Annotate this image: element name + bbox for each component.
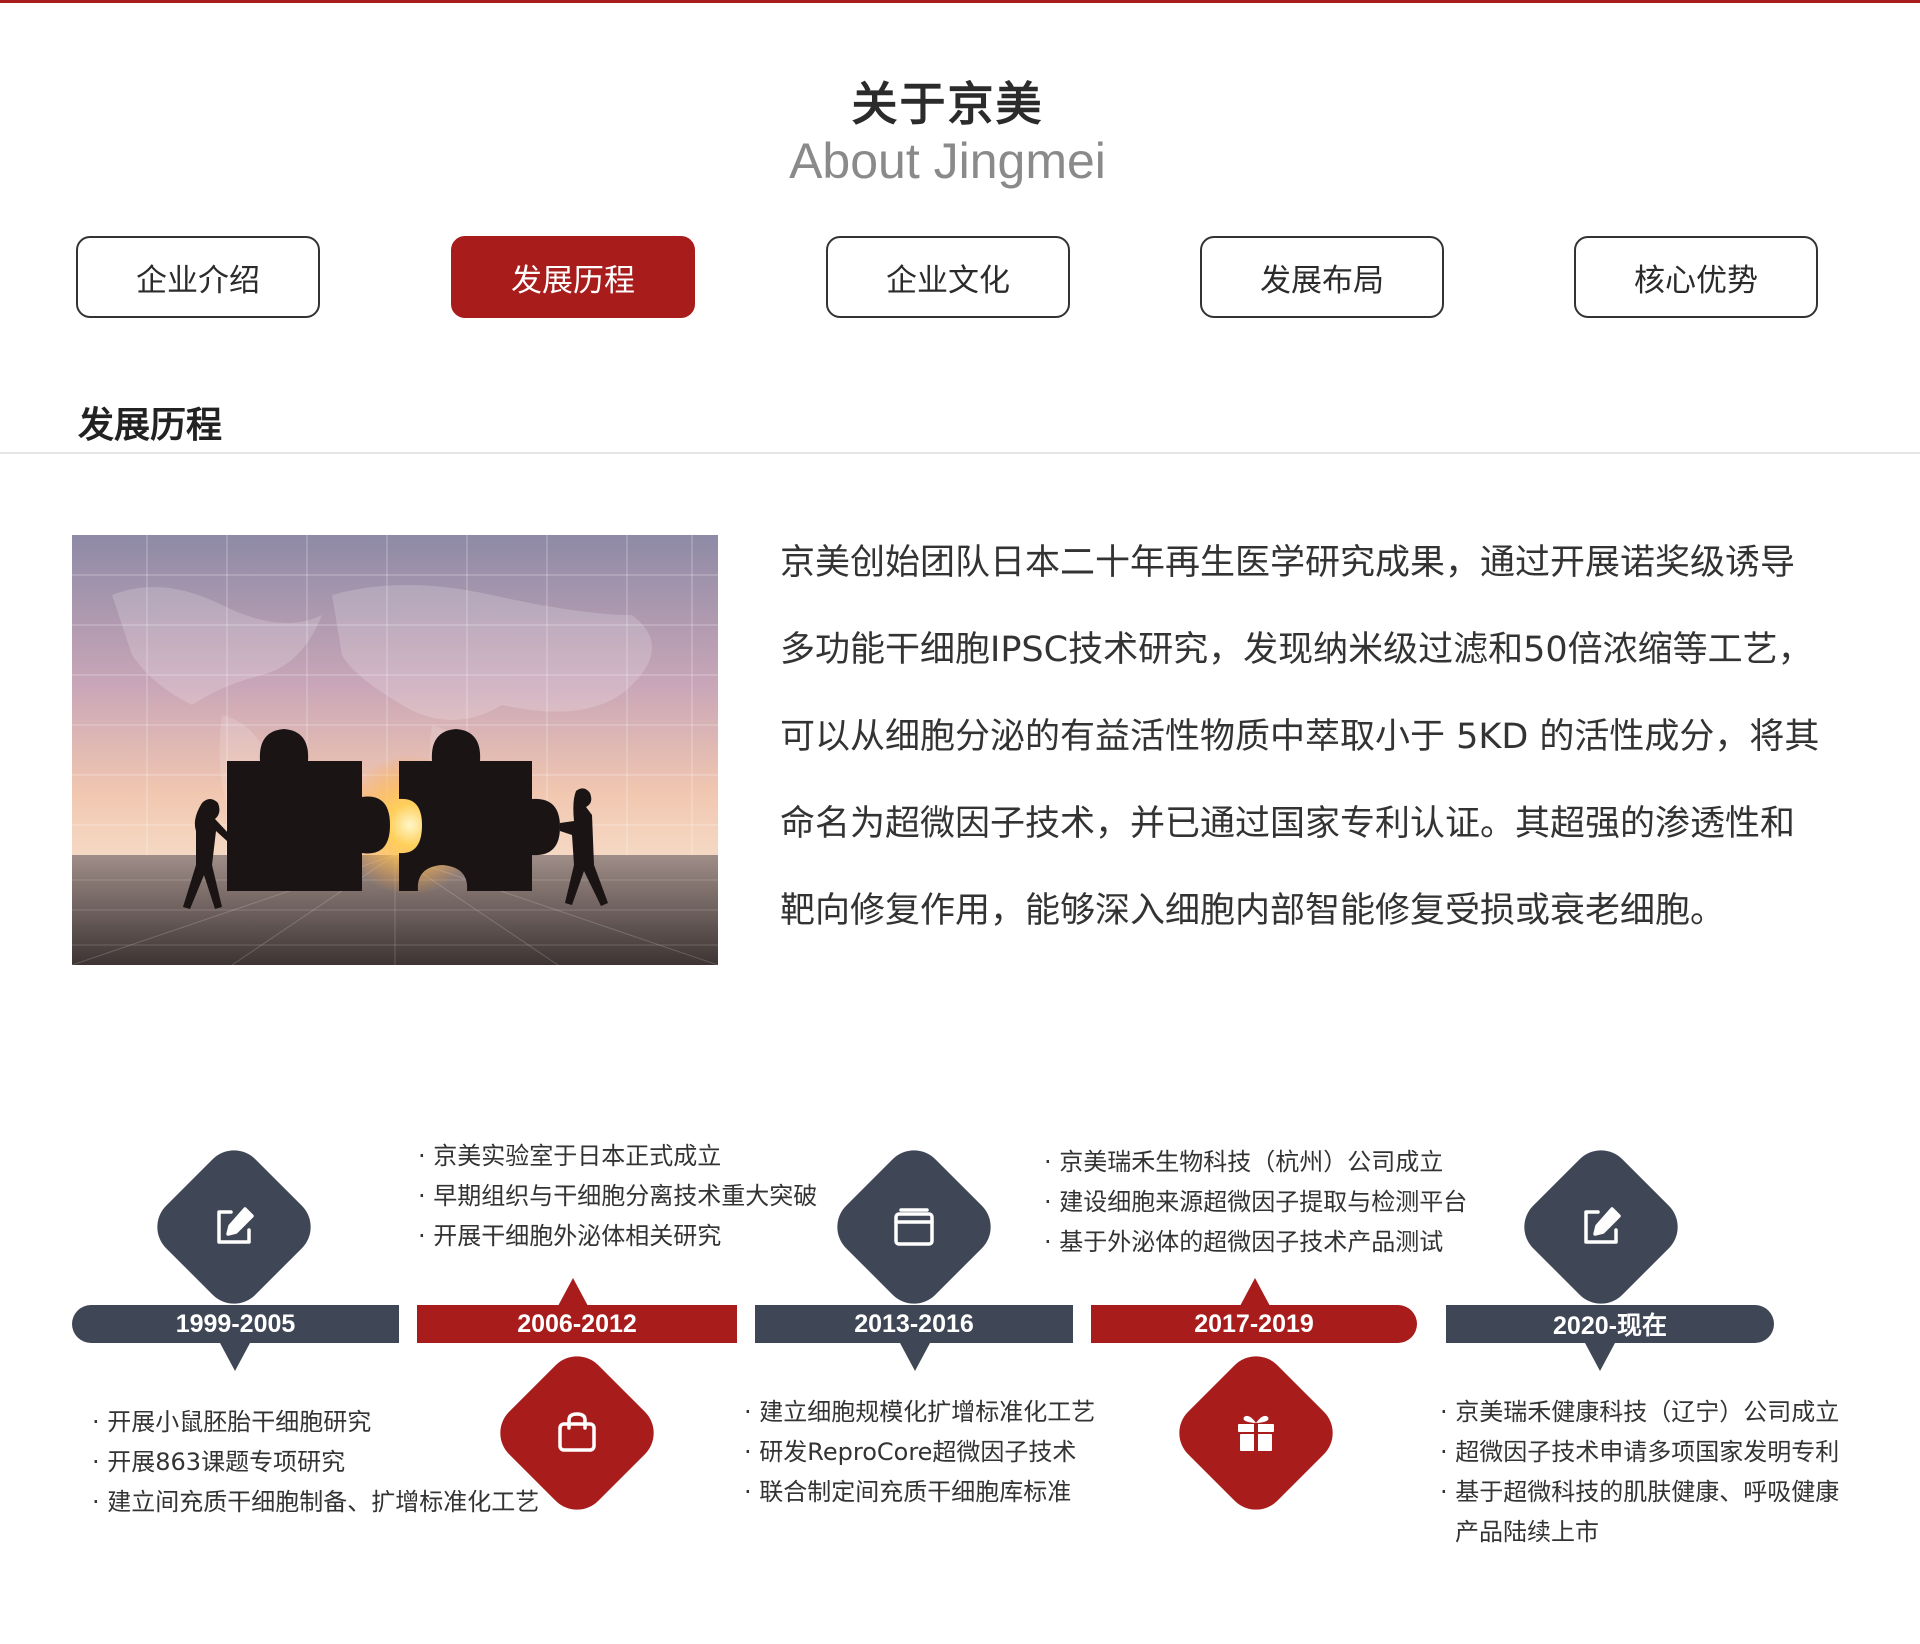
timeline-event: 产品陆续上市 (1455, 1518, 1599, 1546)
intro-line: 命名为超微因子技术，并已通过国家专利认证。其超强的渗透性和 (780, 804, 1796, 844)
timeline-event: · 联合制定间充质干细胞库标准 (744, 1478, 1072, 1506)
timeline-event: · 建设细胞来源超微因子提取与检测平台 (1044, 1188, 1468, 1216)
timeline-pointer (1585, 1343, 1615, 1371)
intro-line: 可以从细胞分泌的有益活性物质中萃取小于 5KD 的活性成分，将其 (780, 717, 1820, 757)
timeline-pointer (558, 1278, 588, 1306)
timeline-icon-badge (1511, 1137, 1691, 1317)
timeline-pointer (900, 1343, 930, 1371)
timeline-period-2006-2012[interactable]: 2006-2012 (417, 1305, 737, 1343)
tab-corporate-culture[interactable]: 企业文化 (826, 236, 1070, 318)
timeline-event: · 超微因子技术申请多项国家发明专利 (1440, 1438, 1840, 1466)
tab-development-layout[interactable]: 发展布局 (1200, 236, 1444, 318)
folder-icon (889, 1202, 939, 1252)
timeline-event: · 基于外泌体的超微因子技术产品测试 (1044, 1228, 1444, 1256)
timeline-event: · 京美瑞禾健康科技（辽宁）公司成立 (1440, 1398, 1840, 1426)
timeline-event: · 基于超微科技的肌肤健康、呼吸健康 (1440, 1478, 1840, 1506)
timeline-event: · 京美瑞禾生物科技（杭州）公司成立 (1044, 1148, 1444, 1176)
timeline-period-2013-2016[interactable]: 2013-2016 (755, 1305, 1073, 1343)
tab-core-advantages[interactable]: 核心优势 (1574, 236, 1818, 318)
timeline-events-2020-now: · 京美瑞禾健康科技（辽宁）公司成立 · 超微因子技术申请多项国家发明专利 · … (1440, 1392, 1839, 1552)
timeline-events-2006-2012: · 京美实验室于日本正式成立 · 早期组织与干细胞分离技术重大突破 · 开展干细… (418, 1136, 817, 1256)
timeline-event: · 京美实验室于日本正式成立 (418, 1142, 722, 1170)
timeline-events-2017-2019: · 京美瑞禾生物科技（杭州）公司成立 · 建设细胞来源超微因子提取与检测平台 ·… (1044, 1142, 1467, 1262)
timeline-events-1999-2005: · 开展小鼠胚胎干细胞研究 · 开展863课题专项研究 · 建立间充质干细胞制备… (92, 1402, 539, 1522)
timeline-pointer (1240, 1278, 1270, 1306)
timeline-event: · 研发ReproCore超微因子技术 (744, 1438, 1077, 1466)
page-subtitle: About Jingmei (789, 133, 1106, 189)
intro-text: 京美创始团队日本二十年再生医学研究成果，通过开展诺奖级诱导 多功能干细胞IPSC… (780, 520, 1840, 955)
timeline-event: · 开展863课题专项研究 (92, 1448, 346, 1476)
timeline-period-1999-2005[interactable]: 1999-2005 (72, 1305, 399, 1343)
timeline-event: · 早期组织与干细胞分离技术重大突破 (418, 1182, 818, 1210)
timeline-event: · 开展小鼠胚胎干细胞研究 (92, 1408, 372, 1436)
timeline-icon-badge (1166, 1343, 1346, 1523)
intro-line: 多功能干细胞IPSC技术研究，发现纳米级过滤和50倍浓缩等工艺， (780, 630, 1813, 670)
intro-line: 靶向修复作用，能够深入细胞内部智能修复受损或衰老细胞。 (780, 891, 1726, 931)
shopping-bag-icon (552, 1408, 602, 1458)
page-title: 关于京美 (851, 77, 1044, 131)
timeline-event: · 开展干细胞外泌体相关研究 (418, 1222, 722, 1250)
timeline-icon-badge (144, 1137, 324, 1317)
edit-icon (1576, 1202, 1626, 1252)
timeline-period-2020-now[interactable]: 2020-现在 (1446, 1305, 1774, 1343)
timeline-events-2013-2016: · 建立细胞规模化扩增标准化工艺 · 研发ReproCore超微因子技术 · 联… (744, 1392, 1095, 1512)
timeline-icon-badge (824, 1137, 1004, 1317)
puzzle-teamwork-photo (72, 535, 718, 965)
section-title: 发展历程 (78, 405, 223, 446)
edit-icon (209, 1202, 259, 1252)
timeline-event: · 建立间充质干细胞制备、扩增标准化工艺 (92, 1488, 540, 1516)
tab-company-intro[interactable]: 企业介绍 (76, 236, 320, 318)
intro-line: 京美创始团队日本二十年再生医学研究成果，通过开展诺奖级诱导 (780, 543, 1796, 583)
section-divider (0, 452, 1920, 454)
timeline-pointer (220, 1343, 250, 1371)
gift-icon (1231, 1408, 1281, 1458)
timeline-event: · 建立细胞规模化扩增标准化工艺 (744, 1398, 1096, 1426)
tab-development-history[interactable]: 发展历程 (451, 236, 695, 318)
top-accent-line (0, 0, 1920, 3)
timeline-period-2017-2019[interactable]: 2017-2019 (1091, 1305, 1417, 1343)
